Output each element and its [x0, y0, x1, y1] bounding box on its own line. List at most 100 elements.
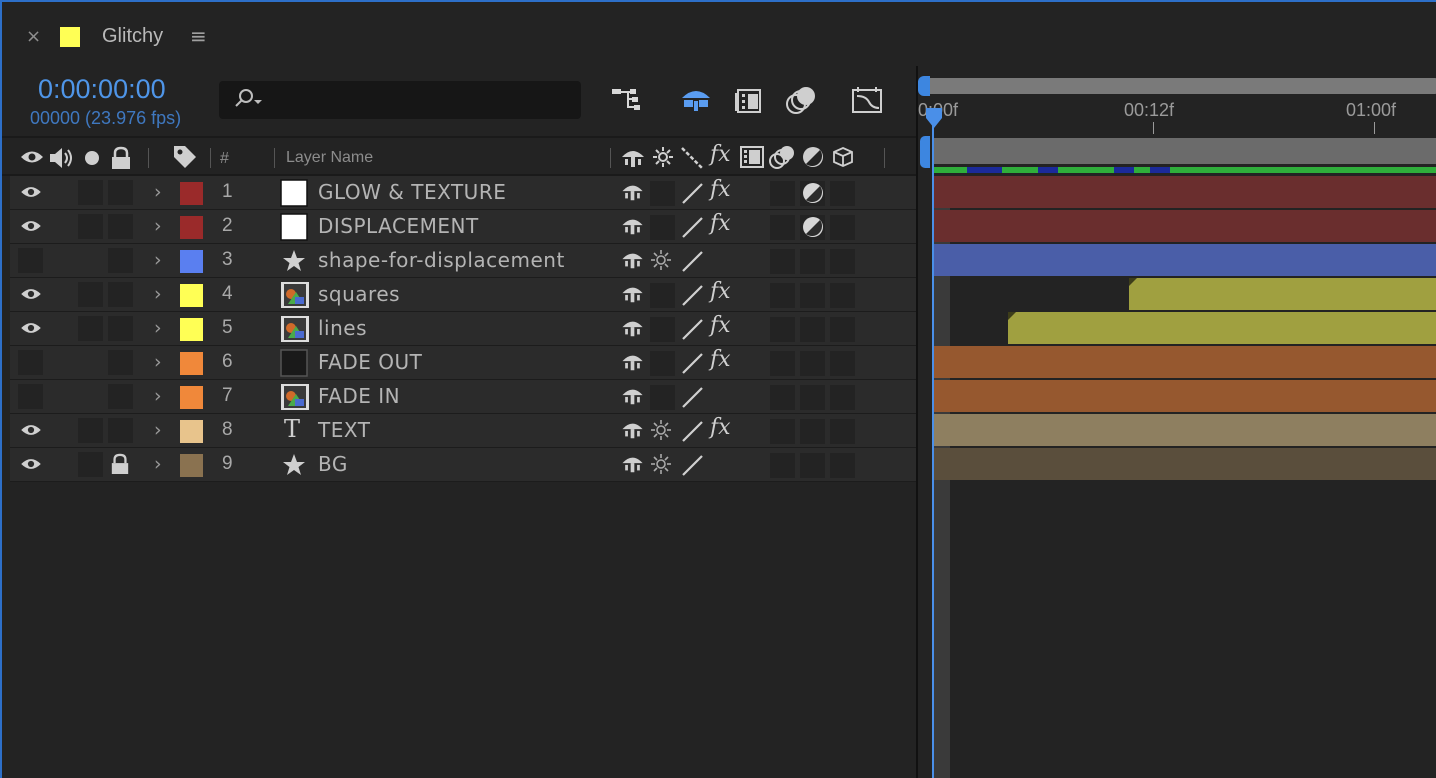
tab-title[interactable]: Glitchy: [102, 25, 163, 48]
lock-icon[interactable]: [110, 146, 132, 174]
3d-layer-icon[interactable]: [832, 146, 854, 172]
composition-flowchart-icon[interactable]: [610, 82, 646, 118]
label-color-swatch[interactable]: [180, 386, 203, 409]
layer-duration-bar[interactable]: [932, 244, 1436, 276]
quality-switch-icon[interactable]: [680, 181, 705, 206]
shy-switch-icon[interactable]: [620, 351, 645, 376]
layer-duration-bar[interactable]: [1129, 278, 1436, 310]
label-color-swatch[interactable]: [180, 420, 203, 443]
audio-toggle[interactable]: [78, 452, 103, 477]
expand-chevron-icon[interactable]: ›: [154, 181, 162, 203]
layer-3d-switch[interactable]: [830, 283, 855, 308]
lock-toggle[interactable]: [108, 214, 133, 239]
layer-row[interactable]: › 2 DISPLACEMENT fx: [10, 210, 916, 244]
expand-chevron-icon[interactable]: ›: [154, 351, 162, 373]
label-color-swatch[interactable]: [180, 454, 203, 477]
effects-switch-icon[interactable]: fx: [710, 177, 735, 202]
motion-blur-icon[interactable]: [784, 82, 820, 118]
time-ruler[interactable]: 0:00f 00:12f 01:00f: [918, 96, 1436, 136]
solo-dot-icon[interactable]: [84, 150, 100, 170]
shy-switch-icon[interactable]: [620, 283, 645, 308]
quality-switch-icon[interactable]: [680, 351, 705, 376]
audio-toggle[interactable]: [78, 418, 103, 443]
motion-blur-switch[interactable]: [800, 453, 825, 478]
quality-icon[interactable]: [680, 146, 704, 174]
video-eye-icon[interactable]: [20, 320, 42, 340]
collapse-switch[interactable]: [650, 215, 675, 240]
layer-duration-bar[interactable]: [932, 448, 1436, 480]
layer-row[interactable]: › 8 T TEXT fx: [10, 414, 916, 448]
label-color-swatch[interactable]: [180, 284, 203, 307]
layer-row[interactable]: › 7 FADE IN: [10, 380, 916, 414]
quality-switch-icon[interactable]: [680, 317, 705, 342]
layer-name[interactable]: BG: [318, 452, 348, 476]
layer-duration-bar[interactable]: [1008, 312, 1436, 344]
layer-row[interactable]: › 9 BG: [10, 448, 916, 482]
collapse-switch-icon[interactable]: [650, 419, 675, 444]
adjustment-icon[interactable]: [802, 146, 824, 172]
audio-speaker-icon[interactable]: [48, 146, 76, 174]
layer-name-header[interactable]: Layer Name: [286, 149, 373, 167]
shy-switch-icon[interactable]: [620, 453, 645, 478]
current-time-display[interactable]: 0:00:00:00: [38, 74, 166, 105]
expand-chevron-icon[interactable]: ›: [154, 283, 162, 305]
effects-switch-icon[interactable]: fx: [710, 313, 735, 338]
frame-blend-switch[interactable]: [770, 419, 795, 444]
lock-icon[interactable]: [108, 452, 133, 477]
label-color-swatch[interactable]: [180, 216, 203, 239]
collapse-switch[interactable]: [650, 317, 675, 342]
expand-chevron-icon[interactable]: ›: [154, 419, 162, 441]
collapse-switch[interactable]: [650, 181, 675, 206]
frame-blend-switch[interactable]: [770, 249, 795, 274]
shy-switch-icon[interactable]: [620, 419, 645, 444]
layer-name[interactable]: shape-for-displacement: [318, 248, 565, 272]
expand-chevron-icon[interactable]: ›: [154, 249, 162, 271]
motion-blur-switch[interactable]: [800, 317, 825, 342]
work-area-bar[interactable]: [932, 138, 1436, 164]
close-tab-button[interactable]: ×: [26, 26, 41, 47]
motion-blur-switch[interactable]: [800, 283, 825, 308]
quality-switch-icon[interactable]: [680, 419, 705, 444]
audio-toggle[interactable]: [78, 316, 103, 341]
effects-switch-icon[interactable]: fx: [710, 211, 735, 236]
layer-number-header[interactable]: #: [220, 150, 229, 168]
quality-switch-icon[interactable]: [680, 215, 705, 240]
collapse-switch[interactable]: [650, 351, 675, 376]
layer-3d-switch[interactable]: [830, 317, 855, 342]
effects-icon[interactable]: fx: [710, 142, 731, 167]
lock-toggle[interactable]: [108, 418, 133, 443]
video-eye-icon[interactable]: [20, 422, 42, 442]
frame-blend-switch[interactable]: [770, 181, 795, 206]
audio-toggle[interactable]: [78, 282, 103, 307]
layer-3d-switch[interactable]: [830, 453, 855, 478]
layer-name[interactable]: squares: [318, 282, 400, 306]
layer-3d-switch[interactable]: [830, 249, 855, 274]
layer-duration-bar[interactable]: [932, 346, 1436, 378]
frame-blend-switch[interactable]: [770, 283, 795, 308]
shy-icon[interactable]: [620, 146, 646, 174]
frame-blend-switch[interactable]: [770, 453, 795, 478]
quality-switch-icon[interactable]: [680, 283, 705, 308]
layer-name[interactable]: GLOW & TEXTURE: [318, 180, 506, 204]
current-time-indicator-line[interactable]: [932, 110, 934, 778]
expand-chevron-icon[interactable]: ›: [154, 215, 162, 237]
lock-toggle[interactable]: [108, 316, 133, 341]
lock-toggle[interactable]: [108, 350, 133, 375]
time-navigator-start-handle[interactable]: [918, 76, 930, 96]
motion-blur-switch[interactable]: [800, 249, 825, 274]
frame-blend-switch[interactable]: [770, 385, 795, 410]
layer-name[interactable]: DISPLACEMENT: [318, 214, 479, 238]
label-color-swatch[interactable]: [180, 352, 203, 375]
layer-duration-bar[interactable]: [932, 176, 1436, 208]
shy-switch-icon[interactable]: [620, 181, 645, 206]
video-toggle[interactable]: [18, 350, 43, 375]
layer-3d-switch[interactable]: [830, 351, 855, 376]
frame-blending-icon[interactable]: [732, 82, 768, 118]
layer-row[interactable]: › 4 squares fx: [10, 278, 916, 312]
current-time-indicator-head[interactable]: [924, 106, 944, 134]
layer-duration-bar[interactable]: [932, 414, 1436, 446]
frame-blend-icon[interactable]: [740, 146, 764, 172]
shy-switch-icon[interactable]: [620, 317, 645, 342]
layer-3d-switch[interactable]: [830, 419, 855, 444]
quality-switch-icon[interactable]: [680, 385, 705, 410]
